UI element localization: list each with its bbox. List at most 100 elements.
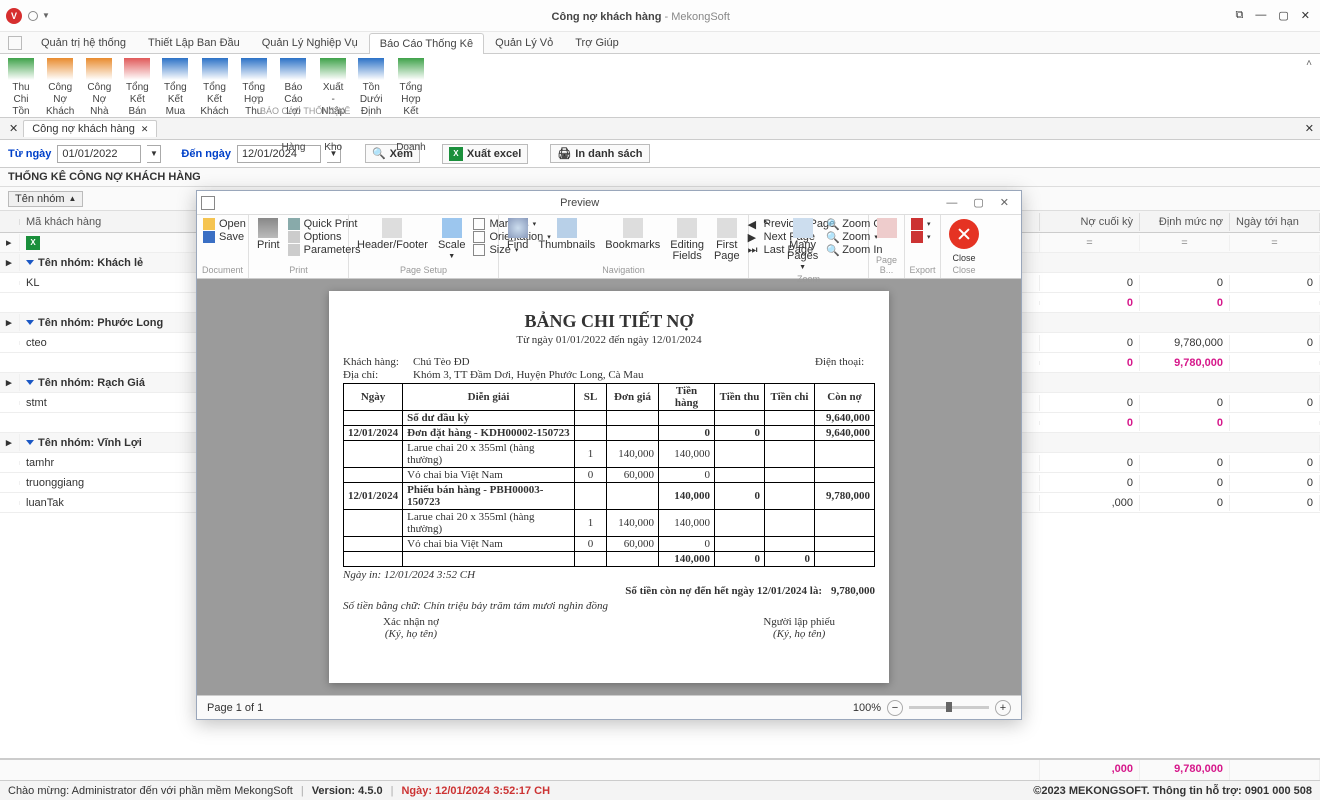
- save-icon: [203, 231, 215, 243]
- orientation-icon: [473, 231, 485, 243]
- pagebackground-button[interactable]: [873, 217, 901, 241]
- grid-totals-row: ,000 9,780,000: [0, 758, 1320, 780]
- address-value: Khóm 3, TT Đầm Dơi, Huyện Phước Long, Cà…: [413, 369, 875, 381]
- report-table: Ngày Diễn giải SL Đơn giá Tiền hàng Tiền…: [343, 383, 875, 567]
- restore-down-icon[interactable]: ⧉: [1232, 7, 1248, 24]
- editingfields-button[interactable]: Editing Fields: [666, 217, 708, 263]
- zoom-percent: 100%: [853, 702, 881, 714]
- open-button[interactable]: Open: [203, 218, 246, 230]
- ribbon-collapse-icon[interactable]: ˄: [1306, 58, 1312, 69]
- preview-statusbar: Page 1 of 1 100% − +: [197, 695, 1021, 719]
- tab-quantri[interactable]: Quản trị hệ thống: [30, 32, 137, 53]
- print-preview-window: Preview — ▢ ✕ Open Save Document Print Q…: [196, 190, 1022, 720]
- find-button[interactable]: Find: [503, 217, 532, 252]
- amount-words: Số tiền bằng chữ: Chín triệu bảy trăm tá…: [343, 600, 875, 612]
- remain-value: 9,780,000: [831, 585, 875, 597]
- excel-icon: X: [449, 147, 463, 161]
- menu-tabs: Quản trị hệ thống Thiết Lập Ban Đầu Quản…: [0, 32, 1320, 54]
- status-bar: Chào mừng: Administrator đến với phần mề…: [0, 780, 1320, 800]
- pointer-button[interactable]: ↖: [753, 217, 781, 241]
- scale-button[interactable]: Scale▼: [434, 217, 470, 263]
- copyright-text: ©2023 MEKONGSOFT. Thông tin hỗ trợ: 0901…: [1033, 785, 1312, 797]
- filter-eq3: =: [1230, 235, 1320, 251]
- print-list-button[interactable]: 🖨In danh sách: [550, 144, 649, 163]
- firstpage-button[interactable]: First Page: [710, 217, 744, 263]
- doctab-label: Công nợ khách hàng: [32, 123, 135, 135]
- group-print-label: Print: [253, 265, 344, 276]
- group-navigation-label: Navigation: [503, 265, 744, 276]
- group-pagesetup-label: Page Setup: [353, 265, 494, 276]
- doctab-close-icon[interactable]: ✕: [141, 124, 149, 135]
- minimize-icon[interactable]: —: [1251, 7, 1270, 24]
- manypages-button[interactable]: Many Pages▼: [783, 217, 822, 274]
- export-excel-button[interactable]: XXuất excel: [442, 144, 528, 164]
- quickaccess-icon[interactable]: [28, 11, 38, 21]
- document-tabs: ✕ Công nợ khách hàng ✕ ✕: [0, 118, 1320, 140]
- group-export-label: Export: [909, 265, 936, 276]
- export-pdf-button[interactable]: ▾: [911, 218, 931, 230]
- filter-toggle-icon[interactable]: ▸: [0, 234, 20, 251]
- tab-thietlap[interactable]: Thiết Lập Ban Đầu: [137, 32, 251, 53]
- printer-icon: [258, 218, 278, 238]
- export-email-button[interactable]: ▾: [911, 231, 931, 243]
- preview-minimize-icon[interactable]: —: [938, 195, 965, 211]
- save-button[interactable]: Save: [203, 231, 246, 243]
- preview-close-icon[interactable]: ✕: [992, 194, 1017, 211]
- ribbon-icon-3: [124, 58, 150, 80]
- options-icon: [288, 231, 300, 243]
- zoom-minus-button[interactable]: −: [887, 700, 903, 716]
- sig-confirm-label: Xác nhận nợ: [383, 616, 439, 628]
- report-daterange: Từ ngày 01/01/2022 đến ngày 12/01/2024: [343, 334, 875, 346]
- maximize-icon[interactable]: ▢: [1274, 7, 1292, 24]
- ribbon-group-label: BÁO CÁO THỐNG KÊ: [260, 106, 350, 116]
- doctab-congno[interactable]: Công nợ khách hàng ✕: [23, 120, 157, 137]
- zoom-slider[interactable]: [909, 706, 989, 709]
- zoomin-icon: 🔍: [826, 244, 838, 256]
- ribbon: ThuChiTồnQuỹCôngNợKháchHàngCôngNợNhàCung…: [0, 54, 1320, 118]
- zoom-plus-button[interactable]: +: [995, 700, 1011, 716]
- pdf-icon: [911, 218, 923, 230]
- window-title: Công nợ khách hàng - MekongSoft: [50, 9, 1232, 23]
- ribbon-icon-8: [320, 58, 346, 80]
- total-nocuoiky: ,000: [1040, 760, 1140, 780]
- appmenu-icon[interactable]: [8, 36, 22, 50]
- bookmarks-button[interactable]: Bookmarks: [601, 217, 664, 252]
- tab-quanlyvo[interactable]: Quản Lý Vỏ: [484, 32, 564, 53]
- ribbon-icon-7: [280, 58, 306, 80]
- tabs-close-right-icon[interactable]: ✕: [1305, 122, 1314, 135]
- find-icon: [508, 218, 528, 238]
- preview-body[interactable]: BẢNG CHI TIẾT NỢ Từ ngày 01/01/2022 đến …: [197, 279, 1021, 695]
- zoom-icon: 🔍: [826, 231, 838, 243]
- close-all-tabs-icon[interactable]: ✕: [4, 120, 23, 137]
- col-nocuoiky[interactable]: Nợ cuối kỳ: [1040, 213, 1140, 231]
- parameters-icon: [288, 244, 300, 256]
- firstpage-icon: [717, 218, 737, 238]
- quickaccess-dropdown-icon[interactable]: ▼: [42, 11, 50, 20]
- zoomout-icon: 🔍: [826, 218, 838, 230]
- thumbnails-button[interactable]: Thumbnails: [534, 217, 599, 252]
- preview-app-icon: [201, 196, 215, 210]
- ribbon-icon-10: [398, 58, 424, 80]
- col-ngaytoihan[interactable]: Ngày tới hạn: [1230, 213, 1320, 231]
- preview-titlebar: Preview — ▢ ✕: [197, 191, 1021, 215]
- print-button[interactable]: Print: [253, 217, 284, 252]
- pointer-icon: ↖: [757, 218, 777, 238]
- group-pagebg-label: Page B...: [873, 255, 900, 276]
- close-preview-button[interactable]: [949, 219, 979, 249]
- scale-icon: [442, 218, 462, 238]
- tab-nghiepvu[interactable]: Quản Lý Nghiệp Vụ: [251, 32, 369, 53]
- groupby-chip[interactable]: Tên nhóm ▲: [8, 191, 83, 207]
- headerfooter-button[interactable]: Header/Footer: [353, 217, 432, 252]
- tab-trogiup[interactable]: Trợ Giúp: [564, 32, 629, 53]
- tab-baocao[interactable]: Báo Cáo Thống Kê: [369, 33, 484, 54]
- welcome-text: Chào mừng: Administrator đến với phần mề…: [8, 785, 293, 797]
- filter-excel-icon: X: [26, 236, 40, 250]
- groupby-label: Tên nhóm: [15, 193, 65, 205]
- ribbon-icon-4: [162, 58, 188, 80]
- col-dinhmucno[interactable]: Định mức nợ: [1140, 213, 1230, 231]
- preview-maximize-icon[interactable]: ▢: [965, 194, 991, 211]
- close-window-icon[interactable]: ✕: [1297, 7, 1314, 24]
- preview-title: Preview: [221, 197, 938, 209]
- printed-value: 12/01/2024 3:52 CH: [384, 569, 475, 581]
- col-expand: [0, 219, 20, 225]
